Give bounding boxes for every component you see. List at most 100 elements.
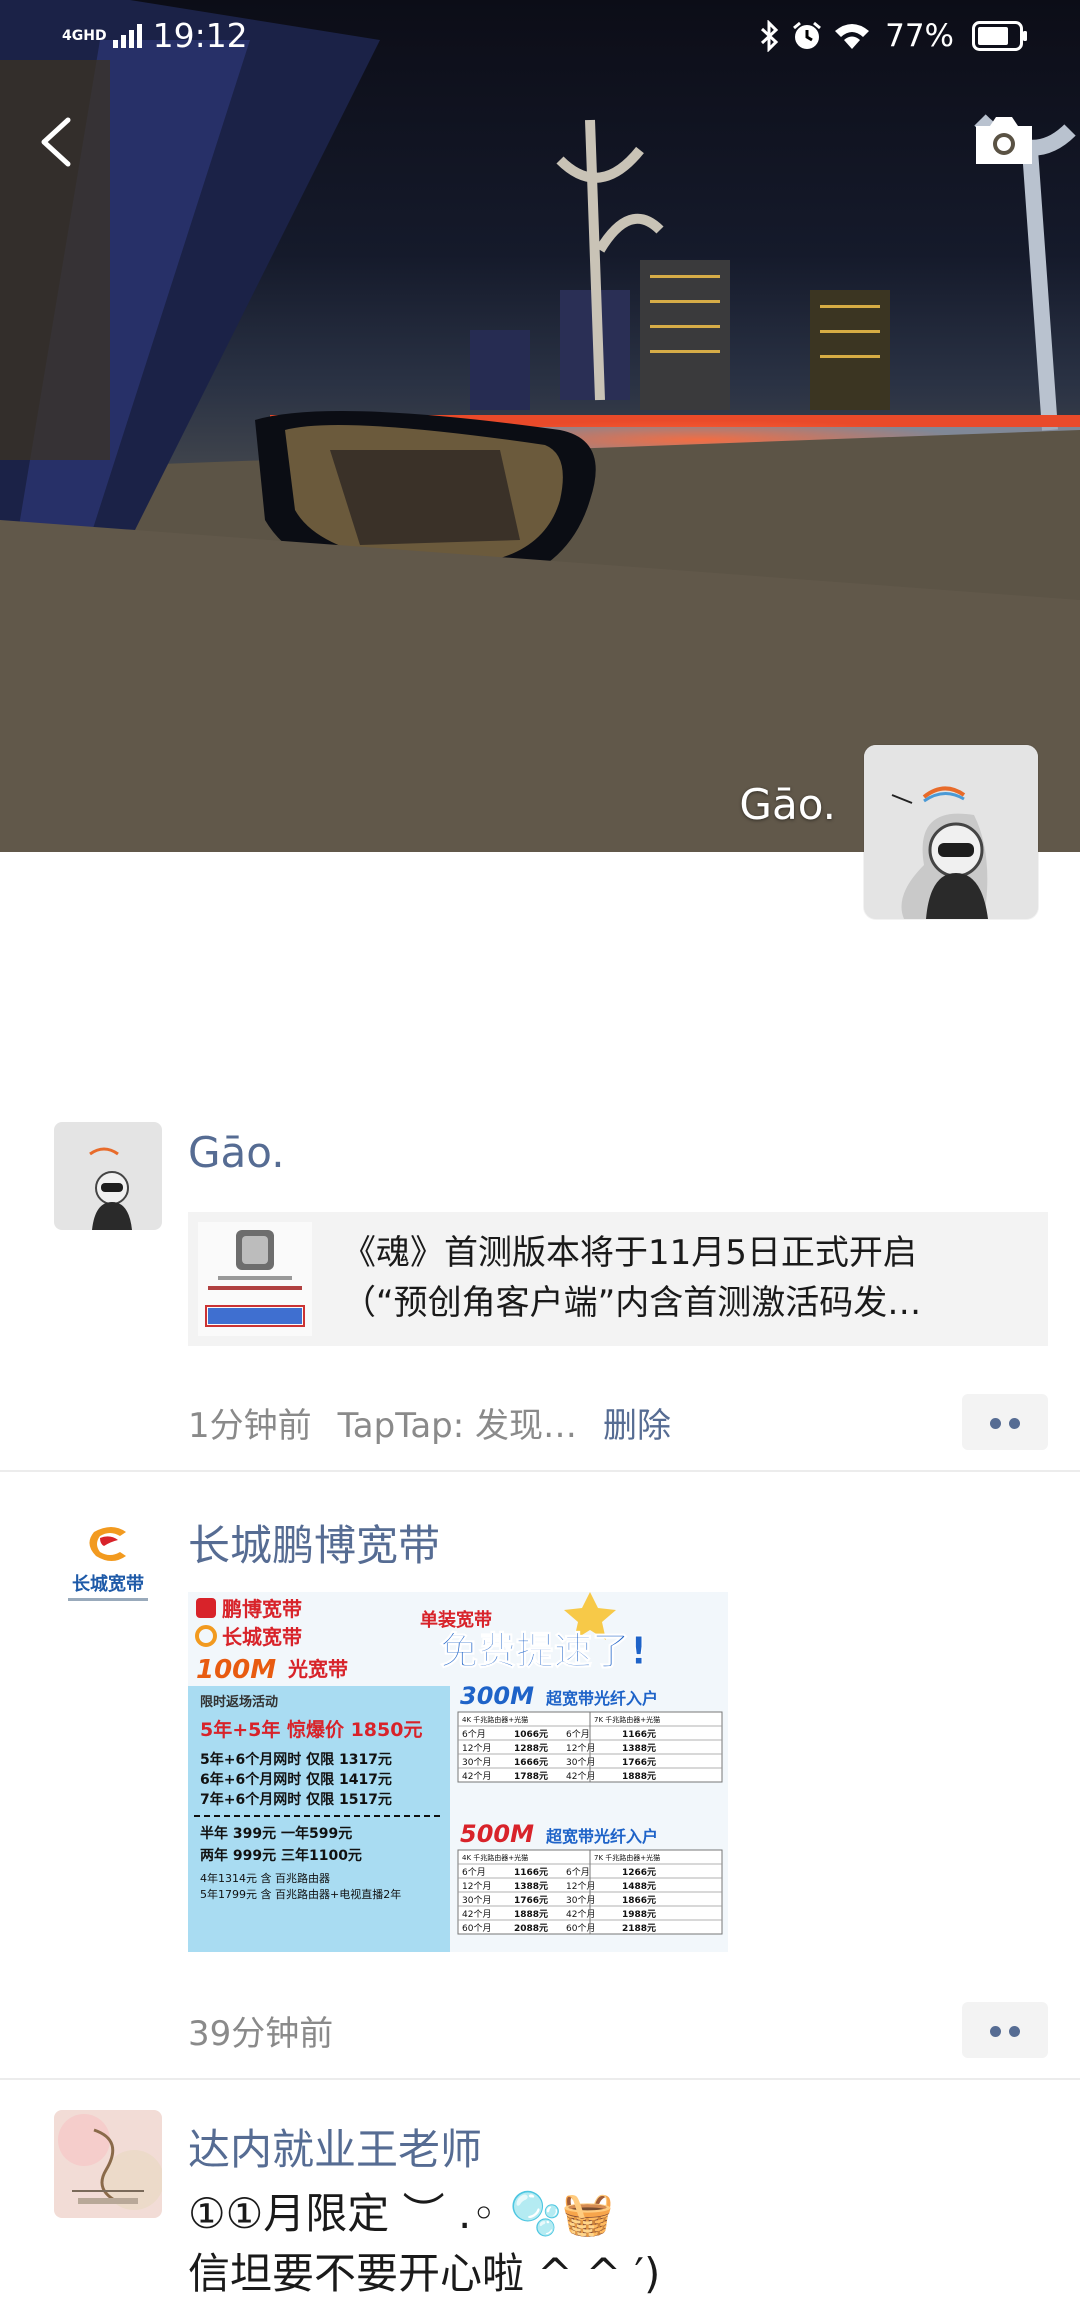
ad-deal-line: 5年+6个月网时 仅限 1317元 (200, 1751, 392, 1768)
ad-table-cell: 12个月 (462, 1881, 491, 1892)
camera-button[interactable] (972, 112, 1036, 168)
ad-table-cell: 1288元 (514, 1743, 548, 1754)
ad-table-cell: 1888元 (622, 1771, 656, 1782)
ad-deal-main: 5年+5年 惊爆价 1850元 (200, 1718, 422, 1741)
owner-avatar[interactable] (864, 745, 1038, 919)
post-text-line-2: 信坦要不要开心啦 ^ ^ ′) (188, 2249, 661, 2298)
link-title: 《魂》首测版本将于11月5日正式开启 （“预创角客户端”内含首测激活码发… (342, 1228, 1032, 1328)
delete-link[interactable]: 删除 (603, 1406, 671, 1446)
post-author-name[interactable]: 达内就业王老师 (188, 2116, 482, 2177)
cover-photo[interactable]: 4GHD 19:12 77% Gāo. (0, 0, 1080, 852)
ad-table-cell: 60个月 (462, 1923, 491, 1934)
ad-deal-short-2: 两年 999元 三年1100元 (200, 1847, 362, 1864)
ad-speed-500-label: 超宽带光纤入户 (545, 1827, 658, 1846)
battery-percent: 77% (885, 18, 954, 54)
ad-table-header: 7K 千兆路由器+光猫 (594, 1853, 660, 1862)
ad-table-cell: 6个月 (566, 1729, 590, 1740)
ad-table-cell: 1166元 (514, 1867, 548, 1878)
astronaut-avatar-image (864, 745, 1038, 919)
ad-table-cell: 42个月 (462, 1771, 491, 1782)
ad-table-cell: 1766元 (622, 1757, 656, 1768)
ad-promo-tag: 单装宽带 (420, 1609, 492, 1631)
network-type: 4GHD (62, 27, 107, 44)
ad-table-cell: 6个月 (566, 1867, 590, 1878)
post-author-avatar[interactable]: 长城宽带 (54, 1508, 162, 1616)
cover-owner-name: Gāo. (739, 780, 836, 829)
clock: 19:12 (152, 16, 248, 55)
link-title-line-1: 《魂》首测版本将于11月5日正式开启 (342, 1233, 917, 1273)
post-text-line-1: ①①月限定 ︶ .◦ 🫧🧺 (188, 2189, 615, 2238)
shared-link-card[interactable]: 《魂》首测版本将于11月5日正式开启 （“预创角客户端”内含首测激活码发… (188, 1212, 1048, 1346)
post-divider (0, 2078, 1080, 2080)
ad-table-cell: 1788元 (514, 1771, 548, 1782)
ad-brand-1: 鹏博宽带 (222, 1597, 302, 1621)
ad-table-cell: 42个月 (462, 1909, 491, 1920)
ad-brand-2: 长城宽带 (222, 1625, 302, 1649)
ad-table-cell: 12个月 (566, 1881, 595, 1892)
ad-deal-line: 7年+6个月网时 仅限 1517元 (200, 1791, 392, 1808)
post-author-avatar[interactable] (54, 1122, 162, 1230)
post-author-avatar[interactable] (54, 2110, 162, 2218)
ad-speed-100-label: 光宽带 (287, 1657, 348, 1681)
signal-icon (112, 23, 142, 48)
ad-table-cell: 1066元 (514, 1729, 548, 1740)
broadband-ad-image[interactable]: 鹏博宽带 长城宽带 单装宽带 免费提速了! 100M 光宽带 限时返场活动 5年… (188, 1592, 728, 1952)
battery-icon (972, 21, 1027, 51)
post-meta: 39分钟前 (188, 2006, 333, 2055)
ad-table-cell: 1266元 (622, 1867, 656, 1878)
ad-table-cell: 2188元 (622, 1923, 656, 1934)
ad-deal-short-1: 半年 399元 一年599元 (200, 1825, 352, 1842)
post-time: 1分钟前 (188, 1406, 312, 1446)
ad-table-cell: 1388元 (622, 1743, 656, 1754)
great-wall-logo: 长城宽带 (54, 1508, 162, 1616)
ad-table-cell: 1988元 (622, 1909, 656, 1920)
more-actions-button[interactable] (962, 1394, 1048, 1450)
back-button[interactable] (28, 110, 84, 174)
ad-speed-100: 100M (196, 1655, 276, 1685)
ad-headline: 免费提速了! (440, 1629, 647, 1673)
ad-table-header: 7K 千兆路由器+光猫 (594, 1715, 660, 1724)
ad-deal-small-2: 5年1799元 含 百兆路由器+电视直播2年 (200, 1887, 401, 1901)
ad-table-cell: 42个月 (566, 1771, 595, 1782)
ad-speed-300-label: 超宽带光纤入户 (545, 1689, 658, 1708)
post-author-name[interactable]: 长城鹏博宽带 (188, 1512, 440, 1573)
ad-table-cell: 1866元 (622, 1895, 656, 1906)
ad-table-cell: 1888元 (514, 1909, 548, 1920)
ad-deal-small-1: 4年1314元 含 百兆路由器 (200, 1871, 330, 1885)
status-bar: 4GHD 19:12 77% (0, 0, 1080, 76)
ad-table-cell: 1388元 (514, 1881, 548, 1892)
ad-table-cell: 1488元 (622, 1881, 656, 1892)
ad-table-cell: 6个月 (462, 1729, 486, 1740)
post-divider (0, 1470, 1080, 1472)
ad-table-cell: 42个月 (566, 1909, 595, 1920)
ad-table-cell: 2088元 (514, 1923, 548, 1934)
link-title-line-2: （“预创角客户端”内含首测激活码发… (342, 1283, 922, 1323)
ad-table-cell: 6个月 (462, 1867, 486, 1878)
ad-table-cell: 1166元 (622, 1729, 656, 1740)
chevron-left-icon (41, 117, 71, 167)
ad-table-cell: 30个月 (462, 1757, 491, 1768)
post-author-name[interactable]: Gāo. (188, 1128, 285, 1177)
ad-table-cell: 30个月 (566, 1895, 595, 1906)
ad-table-cell: 30个月 (566, 1757, 595, 1768)
more-actions-button[interactable] (962, 2002, 1048, 2058)
ad-table-cell: 60个月 (566, 1923, 595, 1934)
post-time: 39分钟前 (188, 2014, 334, 2054)
ad-limited: 限时返场活动 (200, 1694, 278, 1710)
svg-text:长城宽带: 长城宽带 (72, 1573, 144, 1595)
ad-table-cell: 12个月 (462, 1743, 491, 1754)
camera-icon (976, 117, 1032, 164)
post-meta: 1分钟前 TapTap: 发现… 删除 (188, 1398, 671, 1447)
wifi-icon (835, 24, 870, 49)
bluetooth-icon (761, 20, 779, 52)
post-source[interactable]: TapTap: 发现… (338, 1406, 577, 1446)
ad-table-cell: 12个月 (566, 1743, 595, 1754)
ad-table-cell: 30个月 (462, 1895, 491, 1906)
astronaut-avatar-image (54, 1122, 162, 1230)
link-thumbnail (198, 1222, 312, 1336)
cover-scene (0, 0, 1080, 852)
ad-table-cell: 1766元 (514, 1895, 548, 1906)
ad-speed-300: 300M (460, 1682, 534, 1710)
ad-table-header: 4K 千兆路由器+光猫 (462, 1853, 528, 1862)
ad-deal-line: 6年+6个月网时 仅限 1417元 (200, 1771, 392, 1788)
